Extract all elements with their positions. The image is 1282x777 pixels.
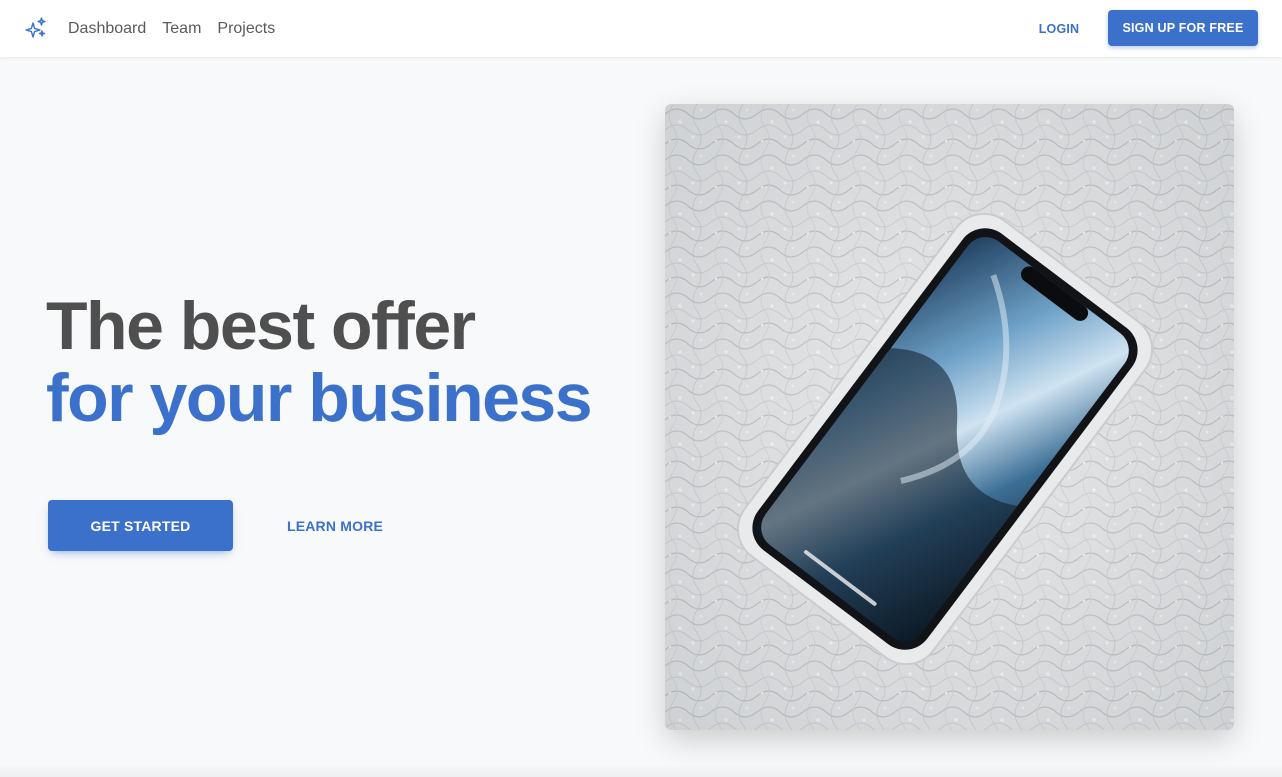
nav-link-projects[interactable]: Projects: [217, 20, 275, 38]
nav-link-team[interactable]: Team: [162, 20, 201, 38]
signup-button[interactable]: SIGN UP FOR FREE: [1108, 10, 1258, 46]
nav-link-dashboard[interactable]: Dashboard: [68, 20, 146, 38]
hero-image: [665, 104, 1234, 730]
nav-links: Dashboard Team Projects: [68, 0, 291, 57]
sparkles-icon[interactable]: [24, 16, 48, 40]
headline-line-2: for your business: [46, 360, 593, 436]
page-bottom-shadow: [0, 764, 1282, 777]
navbar: Dashboard Team Projects LOGIN SIGN UP FO…: [0, 0, 1282, 57]
learn-more-button[interactable]: LEARN MORE: [280, 500, 390, 551]
hero-headline: The best offer for your business: [46, 290, 646, 434]
headline-line-1: The best offer: [46, 288, 476, 364]
login-button[interactable]: LOGIN: [1027, 14, 1091, 44]
get-started-button[interactable]: GET STARTED: [48, 500, 233, 551]
